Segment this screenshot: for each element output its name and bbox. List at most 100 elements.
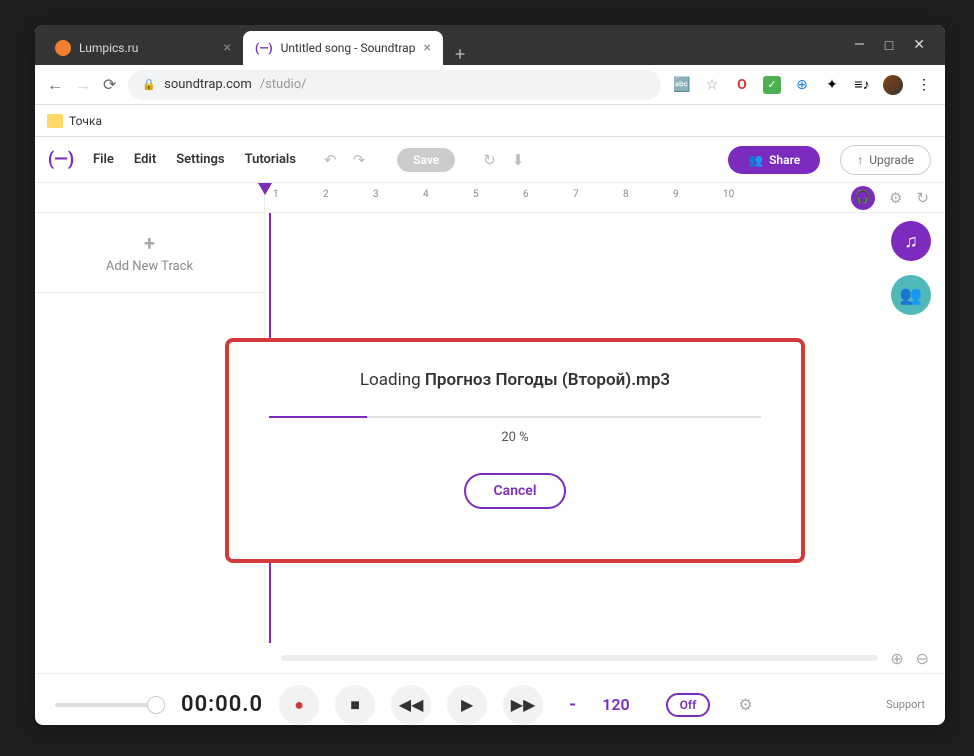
tab-lumpics[interactable]: Lumpics.ru × [43, 31, 243, 65]
timeline-actions: 🎧 ⚙ ↻ [835, 183, 945, 212]
undo-icon[interactable]: ↶ [324, 151, 337, 169]
menu-edit[interactable]: Edit [134, 152, 156, 167]
revert-icon[interactable]: ↻ [483, 151, 496, 169]
progress-fill [269, 416, 367, 418]
volume-handle[interactable] [147, 696, 165, 714]
address-bar: ← → ⟳ 🔒 soundtrap.com/studio/ 🔤 ☆ O ✓ ⊕ … [35, 65, 945, 105]
playlist-icon[interactable]: ≡♪ [853, 76, 871, 94]
share-icon: 👥 [748, 153, 763, 167]
ruler-tick: 4 [423, 189, 429, 200]
app-toolbar: (—) File Edit Settings Tutorials ↶ ↷ Sav… [35, 137, 945, 183]
separator: - [569, 694, 576, 715]
modal-title: Loading Прогноз Погоды (Второй).mp3 [360, 370, 670, 390]
redo-icon[interactable]: ↷ [353, 151, 366, 169]
transport-bar: 00:00.0 ● ■ ◀◀ ▶ ▶▶ - 120 Off ⚙ Support [35, 673, 945, 725]
browser-window: Lumpics.ru × (—) Untitled song - Soundtr… [35, 25, 945, 725]
progress-bar [269, 416, 761, 418]
share-button[interactable]: 👥 Share [728, 146, 820, 174]
tab-title: Untitled song - Soundtrap [281, 41, 416, 55]
translate-icon[interactable]: 🔤 [673, 76, 691, 94]
refresh-icon[interactable]: ↻ [916, 189, 929, 207]
upgrade-label: Upgrade [869, 153, 914, 167]
timecode: 00:00.0 [181, 692, 263, 717]
ruler-tick: 3 [373, 189, 379, 200]
forward-button[interactable]: ▶▶ [503, 685, 543, 725]
forward-button[interactable]: → [75, 75, 91, 95]
menu-tutorials[interactable]: Tutorials [245, 152, 296, 167]
support-link[interactable]: Support [886, 698, 925, 711]
loop-toggle[interactable]: Off [666, 693, 711, 717]
upload-icon: ↑ [857, 153, 863, 167]
progress-percent: 20 % [501, 430, 528, 445]
loading-prefix: Loading [360, 370, 425, 390]
url-field[interactable]: 🔒 soundtrap.com/studio/ [128, 70, 661, 100]
share-label: Share [769, 153, 800, 167]
ruler-tick: 1 [273, 189, 279, 200]
bpm-value[interactable]: 120 [602, 695, 629, 714]
loading-modal: Loading Прогноз Погоды (Второй).mp3 20 %… [225, 338, 805, 563]
globe-icon[interactable]: ⊕ [793, 76, 811, 94]
undo-redo-group: ↶ ↷ [324, 151, 365, 169]
ruler-tick: 10 [723, 189, 734, 200]
opera-icon[interactable]: O [733, 76, 751, 94]
rewind-button[interactable]: ◀◀ [391, 685, 431, 725]
add-track-label: Add New Track [106, 259, 193, 274]
collab-bubble[interactable]: 👥 [891, 275, 931, 315]
gear-icon[interactable]: ⚙ [889, 189, 902, 207]
titlebar: Lumpics.ru × (—) Untitled song - Soundtr… [35, 25, 945, 65]
tab-soundtrap[interactable]: (—) Untitled song - Soundtrap × [243, 31, 443, 65]
soundtrap-logo[interactable]: (—) [49, 148, 73, 172]
zoom-in-icon[interactable]: ⊕ [890, 649, 903, 668]
cancel-button[interactable]: Cancel [464, 473, 567, 509]
volume-slider[interactable] [55, 703, 165, 707]
new-tab-button[interactable]: + [443, 44, 477, 65]
extension-icons: 🔤 ☆ O ✓ ⊕ ✦ ≡♪ ⋮ [673, 75, 933, 95]
lock-icon: 🔒 [142, 78, 156, 91]
play-button[interactable]: ▶ [447, 685, 487, 725]
download-icon[interactable]: ⬇ [512, 151, 525, 169]
menu-file[interactable]: File [93, 152, 114, 167]
save-extras: ↻ ⬇ [483, 151, 524, 169]
url-domain: soundtrap.com [164, 77, 252, 92]
bookmark-bar: Точка [35, 105, 945, 137]
add-track-button[interactable]: + Add New Track [35, 213, 264, 293]
timeline-left-spacer [35, 183, 265, 212]
maximize-button[interactable]: □ [885, 37, 893, 54]
close-button[interactable]: ✕ [913, 37, 925, 54]
stop-button[interactable]: ■ [335, 685, 375, 725]
close-icon[interactable]: × [224, 40, 231, 56]
horizontal-scrollbar[interactable] [281, 655, 878, 661]
reload-button[interactable]: ⟳ [103, 75, 116, 94]
plus-icon: + [144, 231, 155, 255]
upgrade-button[interactable]: ↑ Upgrade [840, 145, 931, 175]
avatar[interactable] [883, 75, 903, 95]
menu-settings[interactable]: Settings [176, 152, 224, 167]
window-controls: — □ ✕ [834, 37, 945, 54]
star-icon[interactable]: ☆ [703, 76, 721, 94]
headphone-icon[interactable]: 🎧 [851, 186, 875, 210]
puzzle-icon[interactable]: ✦ [823, 76, 841, 94]
check-icon[interactable]: ✓ [763, 76, 781, 94]
loading-filename: Прогноз Погоды (Второй).mp3 [425, 370, 670, 390]
zoom-bar: ⊕ ⊖ [35, 643, 945, 673]
save-button[interactable]: Save [397, 148, 455, 172]
url-path: /studio/ [260, 77, 307, 92]
record-button[interactable]: ● [279, 685, 319, 725]
bookmark-folder[interactable]: Точка [69, 114, 102, 128]
timeline-ruler-row: 1 2 3 4 5 6 7 8 9 10 🎧 ⚙ ↻ [35, 183, 945, 213]
close-icon[interactable]: × [424, 40, 431, 56]
main-area: + Add New Track ♫ 👥 Loading Прогноз Пого… [35, 213, 945, 643]
settings-gear-icon[interactable]: ⚙ [738, 695, 752, 714]
side-bubbles: ♫ 👥 [891, 221, 931, 315]
music-bubble[interactable]: ♫ [891, 221, 931, 261]
menu-icon[interactable]: ⋮ [915, 76, 933, 94]
minimize-button[interactable]: — [854, 37, 865, 54]
back-button[interactable]: ← [47, 75, 63, 95]
ruler-tick: 7 [573, 189, 579, 200]
favicon: (—) [255, 41, 273, 55]
zoom-out-icon[interactable]: ⊖ [916, 649, 929, 668]
ruler-tick: 8 [623, 189, 629, 200]
timeline-ruler[interactable]: 1 2 3 4 5 6 7 8 9 10 [265, 183, 835, 212]
ruler-tick: 6 [523, 189, 529, 200]
ruler-tick: 5 [473, 189, 479, 200]
